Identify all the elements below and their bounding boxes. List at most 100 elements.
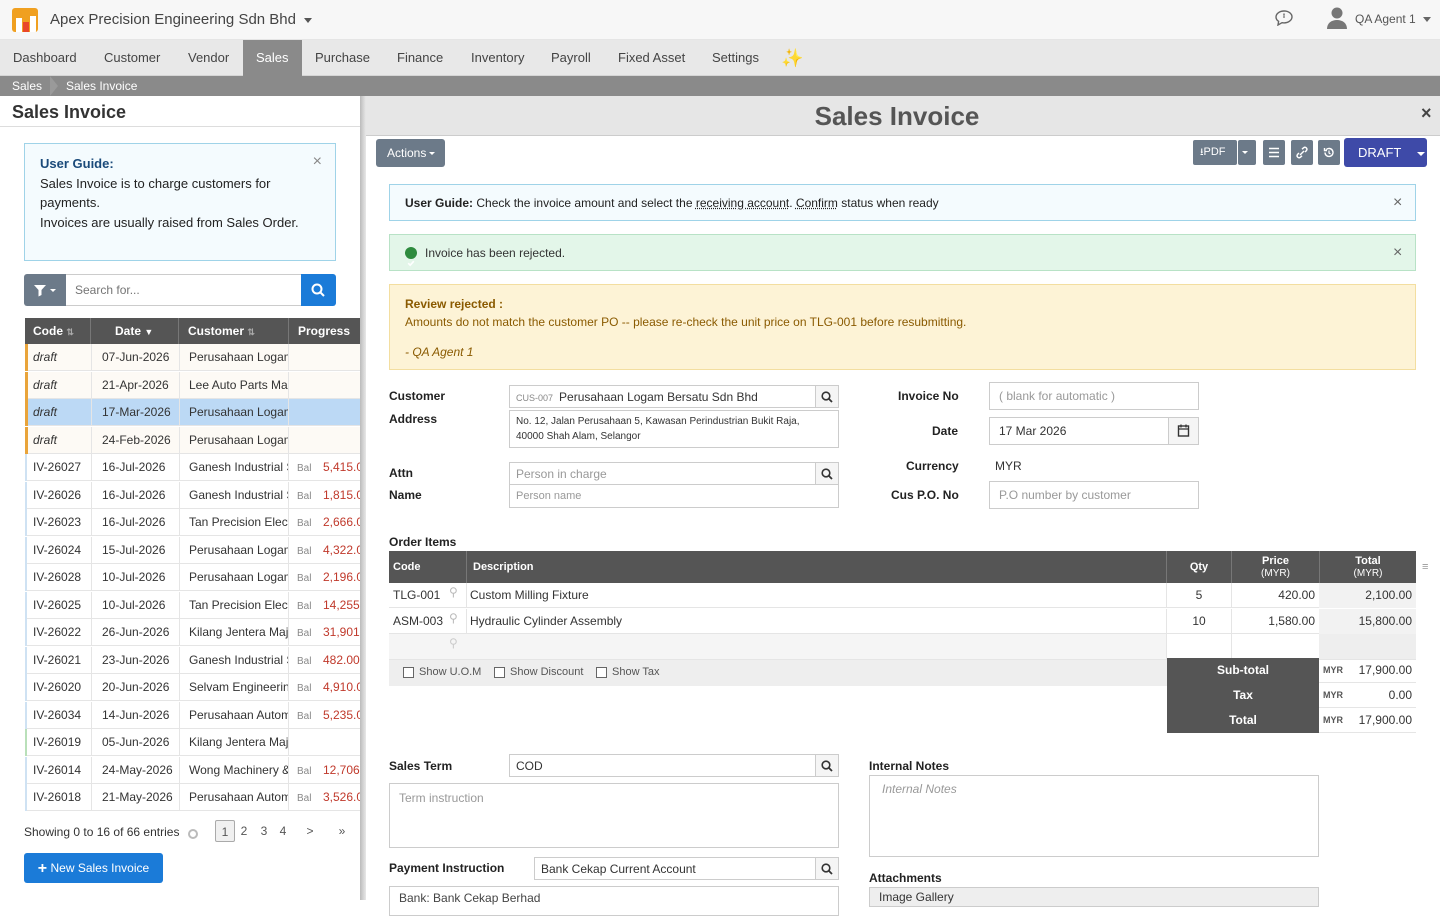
- menu-payroll[interactable]: Payroll: [538, 40, 604, 76]
- image-gallery-tab[interactable]: Image Gallery: [869, 887, 1319, 907]
- item-description[interactable]: Custom Milling Fixture: [466, 583, 1166, 608]
- status-dropdown-button[interactable]: DRAFT: [1344, 138, 1427, 167]
- empty-qty-cell[interactable]: [1166, 634, 1231, 659]
- pdf-button[interactable]: ⭳PDF: [1193, 140, 1237, 165]
- table-row[interactable]: IV-26025 10-Jul-2026Tan Precision Electro…: [25, 592, 360, 619]
- search-icon[interactable]: ⚲: [449, 585, 458, 599]
- table-row[interactable]: IV-26027 16-Jul-2026Ganesh Industrial Sup…: [25, 454, 360, 481]
- item-price[interactable]: 420.00: [1231, 583, 1319, 608]
- user-avatar-icon[interactable]: [1326, 6, 1348, 30]
- new-sales-invoice-button[interactable]: + New Sales Invoice: [24, 853, 163, 883]
- item-code[interactable]: TLG-001: [393, 583, 440, 608]
- payment-instruction-input[interactable]: Bank Cekap Current Account: [534, 857, 816, 880]
- table-row[interactable]: draft 21-Apr-2026Lee Auto Parts Manufactu…: [25, 372, 360, 399]
- table-row[interactable]: IV-26023 16-Jul-2026Tan Precision Electro…: [25, 509, 360, 536]
- breadcrumb-sales-invoice[interactable]: Sales Invoice: [66, 76, 137, 96]
- cus-po-input[interactable]: P.O number by customer: [989, 481, 1199, 509]
- customer-field[interactable]: CUS-007 Perusahaan Logam Bersatu Sdn Bhd: [509, 385, 816, 408]
- menu-purchase[interactable]: Purchase: [302, 40, 383, 76]
- page-1[interactable]: 1: [215, 820, 235, 842]
- table-row[interactable]: IV-26021 23-Jun-2026Ganesh Industrial Sup…: [25, 647, 360, 674]
- table-row[interactable]: IV-26028 10-Jul-2026Perusahaan Logam Bers…: [25, 564, 360, 591]
- table-row[interactable]: IV-26018 21-May-2026Perusahaan Automotif …: [25, 784, 360, 811]
- breadcrumb-sales[interactable]: Sales: [12, 76, 42, 96]
- search-icon[interactable]: ⚲: [449, 636, 458, 650]
- page-4[interactable]: 4: [273, 820, 293, 842]
- invoice-no-input[interactable]: ( blank for automatic ): [989, 382, 1199, 410]
- confirm-link[interactable]: Confirm: [796, 196, 838, 210]
- actions-button[interactable]: Actions: [376, 139, 445, 167]
- payment-text-area[interactable]: Bank: Bank Cekap Berhad: [389, 886, 839, 916]
- menu-sales[interactable]: Sales: [243, 40, 302, 76]
- address-field[interactable]: No. 12, Jalan Perusahaan 5, Kawasan Peri…: [509, 410, 839, 448]
- attn-input[interactable]: Person in charge: [509, 462, 816, 485]
- page-last[interactable]: »: [332, 820, 352, 842]
- internal-notes-textarea[interactable]: Internal Notes: [869, 775, 1319, 857]
- menu-vendor[interactable]: Vendor: [175, 40, 242, 76]
- name-input[interactable]: Person name: [509, 484, 839, 508]
- checkbox[interactable]: [494, 667, 505, 678]
- term-instruction-textarea[interactable]: Term instruction: [389, 783, 839, 848]
- list-button[interactable]: [1263, 140, 1285, 165]
- page-2[interactable]: 2: [234, 820, 254, 842]
- menu-fixed-asset[interactable]: Fixed Asset: [605, 40, 698, 76]
- checkbox[interactable]: [403, 667, 414, 678]
- table-row[interactable]: draft 24-Feb-2026Perusahaan Logam Bersatu: [25, 427, 360, 454]
- menu-finance[interactable]: Finance: [384, 40, 456, 76]
- link-button[interactable]: [1291, 140, 1313, 165]
- user-menu[interactable]: QA Agent 1: [1355, 12, 1431, 26]
- table-row[interactable]: draft 07-Jun-2026Perusahaan Logam Bersatu: [25, 344, 360, 371]
- item-price[interactable]: 1,580.00: [1231, 609, 1319, 634]
- table-row[interactable]: IV-26034 14-Jun-2026Perusahaan Automotif …: [25, 702, 360, 729]
- sparkle-icon[interactable]: ✨: [768, 40, 816, 76]
- app-logo-icon[interactable]: [12, 8, 38, 32]
- search-icon[interactable]: ⚲: [449, 611, 458, 625]
- close-icon[interactable]: ×: [1393, 185, 1402, 221]
- table-row[interactable]: IV-26020 20-Jun-2026Selvam Engineering Wo…: [25, 674, 360, 701]
- item-description[interactable]: Hydraulic Cylinder Assembly: [466, 609, 1166, 634]
- search-input[interactable]: [66, 274, 302, 306]
- date-picker-button[interactable]: [1168, 417, 1199, 445]
- table-row[interactable]: IV-26024 15-Jul-2026Perusahaan Logam Bers…: [25, 537, 360, 564]
- menu-settings[interactable]: Settings: [699, 40, 772, 76]
- attn-search-button[interactable]: [815, 462, 839, 485]
- col-date[interactable]: Date ▼: [91, 318, 179, 344]
- date-input[interactable]: 17 Mar 2026: [989, 417, 1169, 445]
- show-discount-toggle[interactable]: Show Discount: [494, 666, 583, 678]
- checkbox[interactable]: [596, 667, 607, 678]
- close-icon[interactable]: ×: [1393, 235, 1402, 271]
- table-row[interactable]: IV-26022 26-Jun-2026 Kilang Jentera Maju Ba…: [25, 619, 360, 646]
- show-uom-toggle[interactable]: Show U.O.M: [403, 666, 481, 678]
- history-button[interactable]: [1318, 140, 1340, 165]
- order-item-row[interactable]: ASM-003 ⚲ Hydraulic Cylinder Assembly 10 1,5…: [389, 609, 1416, 634]
- close-icon[interactable]: ×: [313, 152, 322, 172]
- page-next[interactable]: >: [300, 820, 320, 842]
- menu-inventory[interactable]: Inventory: [458, 40, 537, 76]
- col-customer[interactable]: Customer ⇅: [179, 318, 289, 344]
- filter-button[interactable]: [24, 274, 66, 306]
- table-row[interactable]: IV-26026 16-Jul-2026Ganesh Industrial Sup…: [25, 482, 360, 509]
- col-progress[interactable]: Progress: [289, 318, 360, 344]
- payment-search-button[interactable]: [815, 857, 839, 880]
- empty-price-cell[interactable]: [1231, 634, 1319, 659]
- search-button[interactable]: [301, 274, 336, 306]
- customer-search-button[interactable]: [815, 385, 839, 408]
- pdf-dropdown[interactable]: [1238, 140, 1256, 165]
- menu-dashboard[interactable]: Dashboard: [0, 40, 90, 76]
- page-3[interactable]: 3: [254, 820, 274, 842]
- order-item-row[interactable]: TLG-001 ⚲ Custom Milling Fixture 5 420.00 2,1…: [389, 583, 1416, 608]
- item-qty[interactable]: 5: [1166, 583, 1231, 608]
- col-code[interactable]: Code ⇅: [25, 318, 91, 344]
- menu-customer[interactable]: Customer: [91, 40, 173, 76]
- item-code[interactable]: ASM-003: [393, 609, 443, 634]
- table-row[interactable]: IV-26014 24-May-2026Wong Machinery & Tool…: [25, 757, 360, 784]
- chat-icon[interactable]: [1275, 10, 1293, 26]
- table-row[interactable]: IV-26019 05-Jun-2026 Kilang Jentera Maju: [25, 729, 360, 756]
- table-row[interactable]: draft 17-Mar-2026Perusahaan Logam Bersatu: [25, 399, 360, 426]
- company-selector[interactable]: Apex Precision Engineering Sdn Bhd: [50, 11, 312, 28]
- item-qty[interactable]: 10: [1166, 609, 1231, 634]
- close-panel-icon[interactable]: ×: [1421, 103, 1432, 124]
- sales-term-search-button[interactable]: [815, 754, 839, 777]
- column-menu-icon[interactable]: ≡: [1422, 561, 1428, 573]
- show-tax-toggle[interactable]: Show Tax: [596, 666, 660, 678]
